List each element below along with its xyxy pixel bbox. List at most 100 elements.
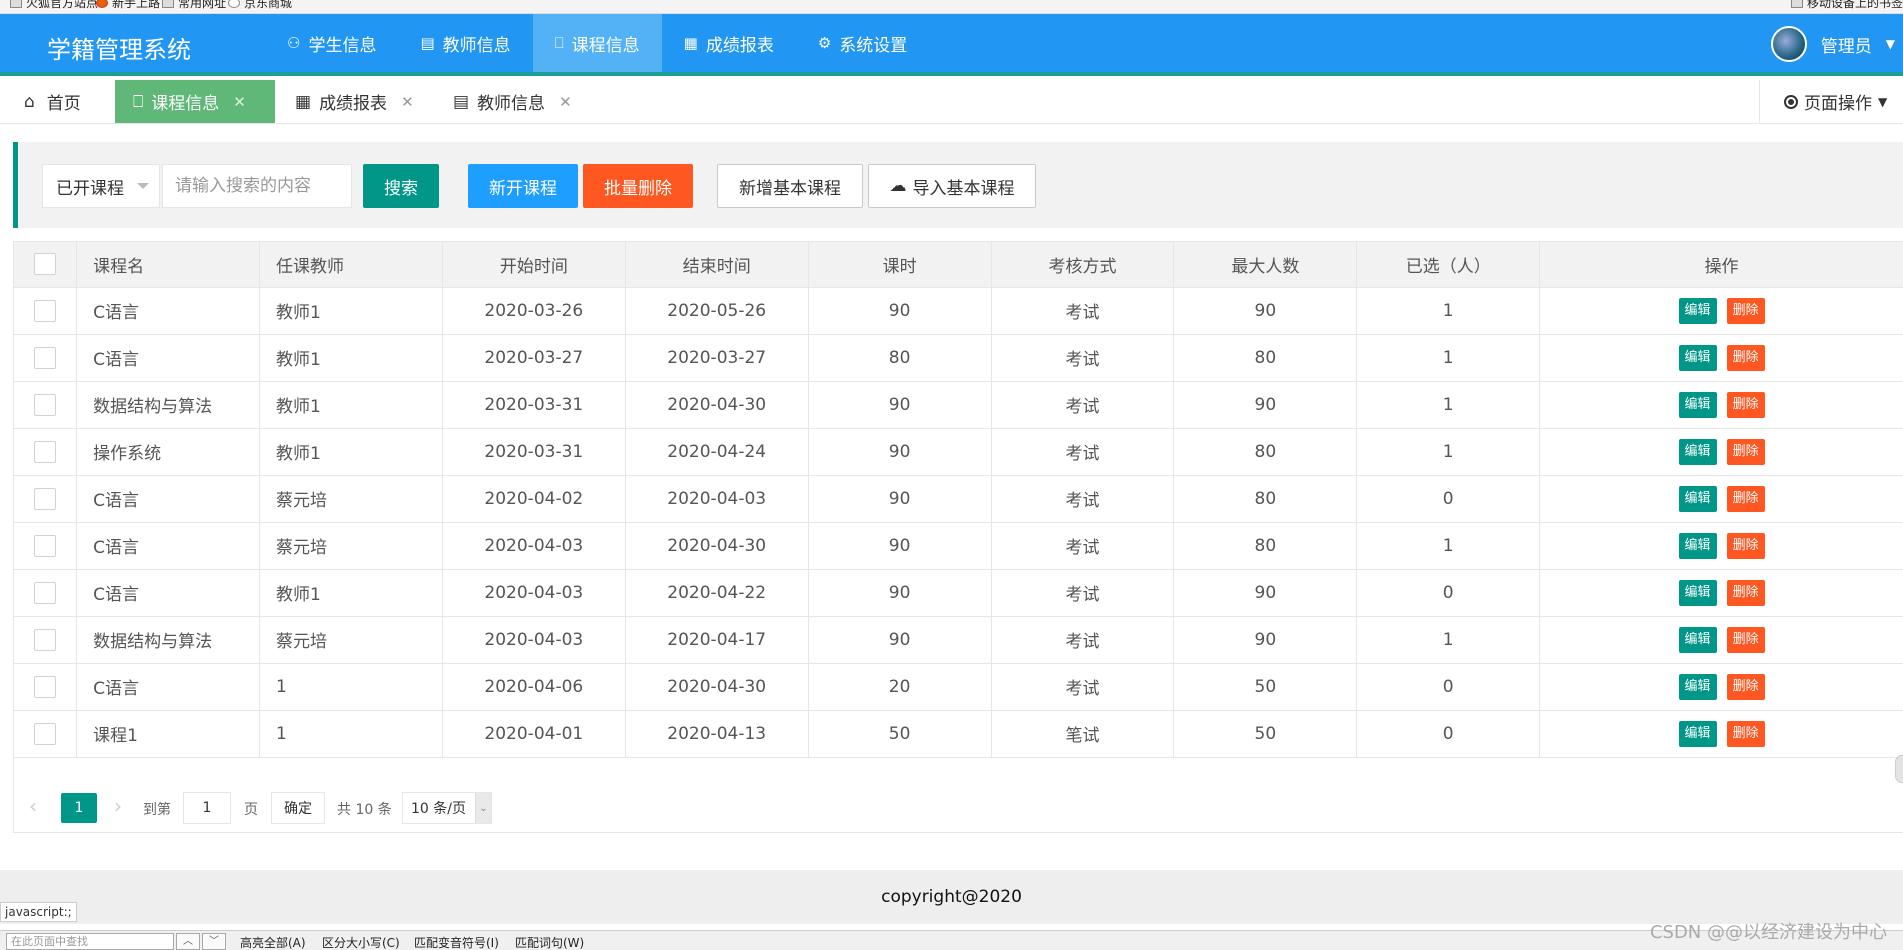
search-toolbar: 已开课程 搜索 新开课程 批量删除 新增基本课程 ☁导入基本课程 (13, 142, 1903, 228)
firefox-icon (96, 0, 108, 8)
scroll-handle[interactable] (1895, 755, 1903, 783)
nav-system-settings[interactable]: ⚙ 系统设置 (796, 14, 929, 72)
find-option[interactable]: 匹配变音符号(I) (414, 934, 499, 950)
batch-delete-button[interactable]: 批量删除 (583, 164, 693, 208)
find-option[interactable]: 高亮全部(A) (240, 934, 306, 950)
edit-button[interactable]: 编辑 (1678, 344, 1717, 371)
row-checkbox[interactable] (34, 346, 57, 369)
chevron-down-icon: ⌄ (475, 793, 491, 823)
page-operations-menu[interactable]: 页面操作 ▼ (1759, 80, 1903, 123)
table-cell: 2020-03-27 (442, 334, 626, 382)
find-option[interactable]: 匹配词句(W) (515, 934, 584, 950)
table-cell: 80 (1173, 475, 1358, 523)
table-cell: 考试 (991, 616, 1175, 664)
tab-score-report[interactable]: ▦ 成绩报表 ✕ (295, 80, 414, 123)
row-checkbox[interactable] (34, 393, 57, 416)
prev-page-icon[interactable]: ‹ (29, 794, 37, 818)
page-jump-input[interactable] (183, 792, 231, 824)
find-option[interactable]: 区分大小写(C) (322, 934, 400, 950)
select-all-checkbox[interactable] (34, 253, 57, 276)
delete-button[interactable]: 删除 (1726, 297, 1765, 324)
users-icon: ⚇ (287, 33, 301, 52)
user-menu[interactable]: 管理员 ▼ (1770, 26, 1895, 62)
close-icon[interactable]: ✕ (401, 93, 414, 111)
edit-button[interactable]: 编辑 (1678, 391, 1717, 418)
edit-button[interactable]: 编辑 (1678, 485, 1717, 512)
bookmark-item[interactable]: 火狐官方站点 (10, 0, 98, 9)
row-checkbox[interactable] (34, 581, 57, 604)
page-jump-confirm-button[interactable]: 确定 (271, 792, 325, 824)
clipboard-icon: ▤ (420, 33, 435, 52)
table-cell: 蔡元培 (259, 522, 443, 570)
tab-course-info[interactable]: ⎕ 课程信息 ✕ (115, 80, 275, 123)
column-header: 结束时间 (625, 242, 809, 288)
caret-down-icon: ▼ (1878, 94, 1888, 109)
tab-teacher-info[interactable]: ▤ 教师信息 ✕ (453, 80, 572, 123)
nav-teacher-info[interactable]: ▤ 教师信息 (398, 14, 532, 72)
row-actions-cell: 编辑 删除 (1539, 334, 1903, 382)
search-input[interactable] (162, 164, 352, 208)
browser-find-bar: 在此页面中查找 ︿ ﹀ 高亮全部(A) 区分大小写(C) 匹配变音符号(I) 匹… (0, 930, 1903, 950)
bookmark-item-mobile[interactable]: 移动设备上的书签 (1790, 0, 1903, 9)
edit-button[interactable]: 编辑 (1678, 673, 1717, 700)
row-checkbox[interactable] (34, 722, 57, 745)
row-checkbox[interactable] (34, 628, 57, 651)
delete-button[interactable]: 删除 (1726, 720, 1765, 747)
delete-button[interactable]: 删除 (1726, 344, 1765, 371)
bookmarks-bar: 火狐官方站点 新手上路 常用网址 京东商城 移动设备上的书签 (0, 0, 1903, 14)
add-basic-course-button[interactable]: 新增基本课程 (717, 164, 863, 208)
close-icon[interactable]: ✕ (559, 93, 572, 111)
table-cell: 1 (1356, 522, 1541, 570)
import-basic-course-button[interactable]: ☁ 导入基本课程 (868, 164, 1036, 208)
row-checkbox[interactable] (34, 675, 57, 698)
bookmark-item[interactable]: 京东商城 (228, 0, 292, 9)
cloud-upload-icon: ☁ (889, 176, 907, 196)
delete-button[interactable]: 删除 (1726, 391, 1765, 418)
find-input[interactable]: 在此页面中查找 (6, 933, 174, 950)
table-cell: 蔡元培 (259, 475, 443, 523)
bookmark-item[interactable]: 新手上路 (96, 0, 160, 9)
row-checkbox[interactable] (34, 440, 57, 463)
new-course-button[interactable]: 新开课程 (468, 164, 578, 208)
delete-button[interactable]: 删除 (1726, 673, 1765, 700)
find-prev-icon[interactable]: ︿ (176, 933, 200, 950)
page-current[interactable]: 1 (61, 793, 97, 823)
table-icon: ▦ (683, 33, 698, 52)
next-page-icon[interactable]: › (114, 794, 122, 818)
home-icon: ⌂ (24, 91, 35, 112)
table-row: C语言 教师1 2020-03-27 2020-03-27 80 考试 80 1 编辑 删除 (14, 334, 1903, 382)
nav-student-info[interactable]: ⚇ 学生信息 (265, 14, 398, 72)
delete-button[interactable]: 删除 (1726, 532, 1765, 559)
avatar (1770, 26, 1807, 62)
row-actions-cell: 编辑 删除 (1539, 616, 1903, 664)
table-row: C语言 教师1 2020-03-26 2020-05-26 90 考试 90 1 编辑 删除 (14, 287, 1903, 335)
table-cell: 80 (1173, 428, 1358, 476)
edit-button[interactable]: 编辑 (1678, 626, 1717, 653)
close-icon[interactable]: ✕ (233, 93, 246, 111)
bookmark-item[interactable]: 常用网址 (162, 0, 226, 9)
table-cell: 课程1 (76, 710, 261, 758)
delete-button[interactable]: 删除 (1726, 626, 1765, 653)
delete-button[interactable]: 删除 (1726, 438, 1765, 465)
delete-button[interactable]: 删除 (1726, 579, 1765, 606)
edit-button[interactable]: 编辑 (1678, 438, 1717, 465)
row-checkbox[interactable] (34, 299, 57, 322)
nav-course-info[interactable]: ⎕ 课程信息 (532, 14, 662, 72)
edit-button[interactable]: 编辑 (1678, 579, 1717, 606)
edit-button[interactable]: 编辑 (1678, 720, 1717, 747)
course-status-select[interactable]: 已开课程 (42, 164, 160, 208)
table-cell: 考试 (991, 334, 1175, 382)
page-size-select[interactable]: 10 条/页 ⌄ (402, 792, 492, 824)
row-checkbox[interactable] (34, 487, 57, 510)
delete-button[interactable]: 删除 (1726, 485, 1765, 512)
edit-button[interactable]: 编辑 (1678, 297, 1717, 324)
course-table: 课程名 任课教师 开始时间 结束时间 课时 考核方式 最大人数 已选（人） 操作… (13, 241, 1903, 833)
row-checkbox[interactable] (34, 534, 57, 557)
tab-home[interactable]: ⌂ 首页 (24, 80, 81, 123)
nav-score-report[interactable]: ▦ 成绩报表 (662, 14, 796, 72)
find-next-icon[interactable]: ﹀ (202, 933, 226, 950)
user-name: 管理员 (1820, 36, 1872, 57)
search-button[interactable]: 搜索 (363, 164, 439, 208)
table-cell: 0 (1356, 475, 1541, 523)
edit-button[interactable]: 编辑 (1678, 532, 1717, 559)
